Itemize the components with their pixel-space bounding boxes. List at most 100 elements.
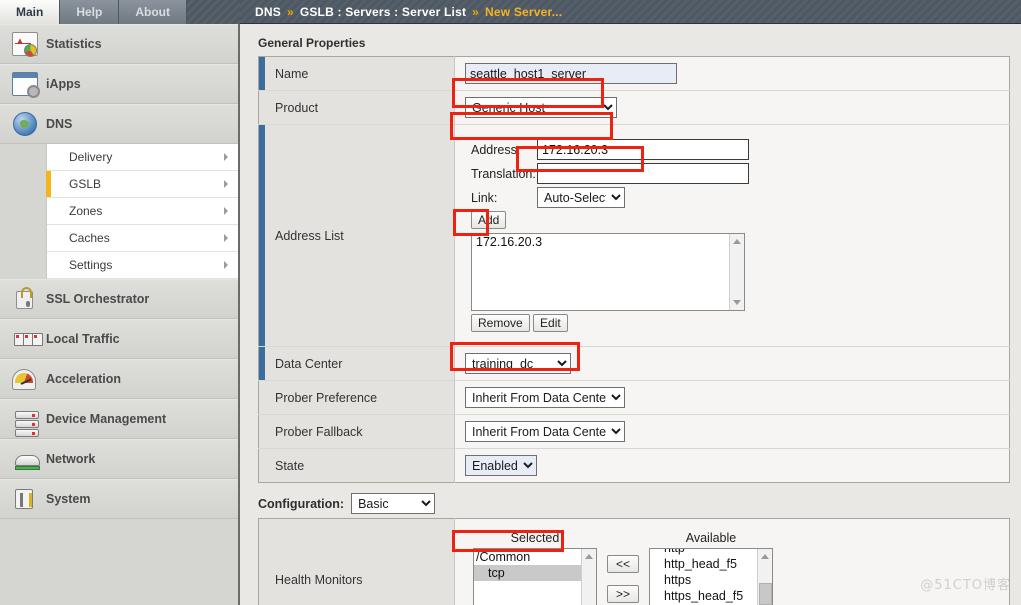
health-monitors-label: Health Monitors bbox=[258, 518, 455, 605]
state-select[interactable]: Enabled bbox=[465, 455, 537, 476]
sidebar-item-ssl-orchestrator[interactable]: SSL Orchestrator bbox=[0, 279, 238, 319]
address-row: Address: bbox=[471, 139, 1009, 160]
address-input[interactable] bbox=[537, 139, 749, 160]
sidebar-item-device-management-label: Device Management bbox=[46, 412, 167, 426]
breadcrumb-current: New Server... bbox=[485, 4, 563, 19]
watermark: @51CTO博客 bbox=[920, 578, 1011, 593]
prober-preference-select[interactable]: Inherit From Data Center bbox=[465, 387, 625, 408]
move-left-button[interactable]: << bbox=[607, 555, 639, 573]
selected-list-scrollbar[interactable] bbox=[581, 549, 596, 605]
sidebar-subitem-settings[interactable]: Settings bbox=[47, 252, 238, 279]
prober-fallback-select[interactable]: Inherit From Data Center bbox=[465, 421, 625, 442]
sidebar-item-acceleration-label: Acceleration bbox=[46, 372, 122, 386]
scroll-down-icon[interactable] bbox=[733, 300, 741, 305]
switch-icon bbox=[8, 444, 42, 474]
breadcrumb-separator-1: » bbox=[286, 4, 294, 19]
prober-preference-value-cell: Inherit From Data Center bbox=[454, 380, 1010, 415]
sliders-icon bbox=[8, 484, 42, 514]
name-label: Name bbox=[258, 56, 455, 91]
configuration-select[interactable]: Basic bbox=[351, 493, 436, 514]
sidebar-subitem-zones[interactable]: Zones bbox=[47, 198, 238, 225]
scroll-up-icon[interactable] bbox=[733, 239, 741, 244]
top-tab-strip: Main Help About bbox=[0, 0, 240, 24]
tab-help[interactable]: Help bbox=[60, 0, 120, 24]
address-list-scrollbar[interactable] bbox=[729, 234, 744, 310]
sidebar-item-iapps-label: iApps bbox=[46, 77, 81, 91]
remove-button[interactable]: Remove bbox=[471, 314, 530, 332]
table-row-address-list: Address List Address: Translation: Link: bbox=[258, 124, 1010, 347]
prober-preference-label: Prober Preference bbox=[258, 380, 455, 415]
product-select[interactable]: Generic Host bbox=[465, 97, 617, 118]
edit-button[interactable]: Edit bbox=[533, 314, 568, 332]
tab-main[interactable]: Main bbox=[0, 0, 61, 24]
table-row-state: State Enabled bbox=[258, 448, 1010, 483]
tab-about[interactable]: About bbox=[119, 0, 188, 24]
list-item[interactable]: 172.16.20.3 bbox=[472, 234, 744, 250]
tab-about-label: About bbox=[135, 5, 171, 19]
breadcrumb-middle[interactable]: GSLB : Servers : Server List bbox=[300, 5, 466, 19]
general-properties-table: Name Product Generic Host Address List bbox=[258, 56, 1010, 483]
sidebar-item-ssl-orchestrator-label: SSL Orchestrator bbox=[46, 292, 150, 306]
sidebar-item-system-label: System bbox=[46, 492, 91, 506]
iapps-icon bbox=[8, 69, 42, 99]
selected-column: Selected /Common tcp bbox=[473, 531, 597, 605]
sidebar-item-dns[interactable]: DNS bbox=[0, 104, 238, 144]
name-input[interactable] bbox=[465, 63, 677, 84]
sidebar-item-device-management[interactable]: Device Management bbox=[0, 399, 238, 439]
add-button[interactable]: Add bbox=[471, 211, 507, 229]
sidebar-item-statistics[interactable]: ▲ Statistics bbox=[0, 24, 238, 64]
chevron-right-icon bbox=[224, 153, 228, 161]
available-list-scrollbar[interactable] bbox=[757, 549, 772, 605]
breadcrumb-root[interactable]: DNS bbox=[255, 5, 281, 19]
table-row-data-center: Data Center training_dc bbox=[258, 346, 1010, 381]
scroll-up-icon[interactable] bbox=[761, 554, 769, 559]
selected-header: Selected bbox=[510, 531, 560, 545]
sidebar-subitem-gslb[interactable]: GSLB bbox=[46, 171, 238, 198]
list-item-selected[interactable]: tcp bbox=[474, 565, 596, 581]
sidebar-subitem-delivery-label: Delivery bbox=[69, 150, 113, 164]
list-item[interactable]: https_head_f5 bbox=[650, 588, 772, 604]
sidebar-subitem-caches[interactable]: Caches bbox=[47, 225, 238, 252]
list-item-group[interactable]: /Common bbox=[474, 549, 596, 565]
move-buttons: << >> bbox=[607, 531, 639, 603]
address-list-buttons: Remove Edit bbox=[471, 314, 1009, 332]
link-caption: Link: bbox=[471, 190, 498, 205]
app-root: Main Help About DNS » GSLB : Servers : S… bbox=[0, 0, 1021, 605]
sidebar-item-iapps[interactable]: iApps bbox=[0, 64, 238, 104]
address-list-panel: Address: Translation: Link: Auto-Select bbox=[465, 131, 1009, 340]
general-properties-heading: General Properties bbox=[258, 36, 366, 50]
scroll-thumb[interactable] bbox=[759, 583, 772, 605]
list-item[interactable]: http_head_f5 bbox=[650, 556, 772, 572]
address-entries-listbox[interactable]: 172.16.20.3 bbox=[471, 233, 745, 311]
statistics-icon: ▲ bbox=[8, 29, 42, 59]
sidebar-subitem-delivery[interactable]: Delivery bbox=[47, 144, 238, 171]
scroll-up-icon[interactable] bbox=[585, 554, 593, 559]
sidebar-item-local-traffic[interactable]: Local Traffic bbox=[0, 319, 238, 359]
list-item[interactable]: https bbox=[650, 572, 772, 588]
main-content: General Properties Name Product Generic … bbox=[242, 24, 1021, 605]
globe-icon bbox=[8, 109, 42, 139]
sidebar-item-acceleration[interactable]: Acceleration bbox=[0, 359, 238, 399]
chevron-right-icon bbox=[224, 180, 228, 188]
address-list-value-cell: Address: Translation: Link: Auto-Select bbox=[454, 124, 1010, 347]
move-right-button[interactable]: >> bbox=[607, 585, 639, 603]
sidebar-item-network[interactable]: Network bbox=[0, 439, 238, 479]
chevron-right-icon bbox=[224, 261, 228, 269]
product-value-cell: Generic Host bbox=[454, 90, 1010, 125]
sidebar-item-system[interactable]: System bbox=[0, 479, 238, 519]
data-center-value-cell: training_dc bbox=[454, 346, 1010, 381]
list-item[interactable]: http bbox=[650, 549, 772, 556]
state-value-cell: Enabled bbox=[454, 448, 1010, 483]
address-caption: Address: bbox=[471, 142, 521, 157]
data-center-select[interactable]: training_dc bbox=[465, 353, 571, 374]
link-select[interactable]: Auto-Select bbox=[537, 187, 625, 208]
available-listbox[interactable]: http http_head_f5 https https_head_f5 tc… bbox=[649, 548, 773, 605]
translation-row: Translation: bbox=[471, 163, 1009, 184]
selected-listbox[interactable]: /Common tcp bbox=[473, 548, 597, 605]
table-row-prober-fallback: Prober Fallback Inherit From Data Center bbox=[258, 414, 1010, 449]
prober-fallback-label: Prober Fallback bbox=[258, 414, 455, 449]
breadcrumb: DNS » GSLB : Servers : Server List » New… bbox=[240, 0, 1021, 24]
translation-input[interactable] bbox=[537, 163, 749, 184]
data-center-label: Data Center bbox=[258, 346, 455, 381]
tab-main-label: Main bbox=[16, 5, 44, 19]
